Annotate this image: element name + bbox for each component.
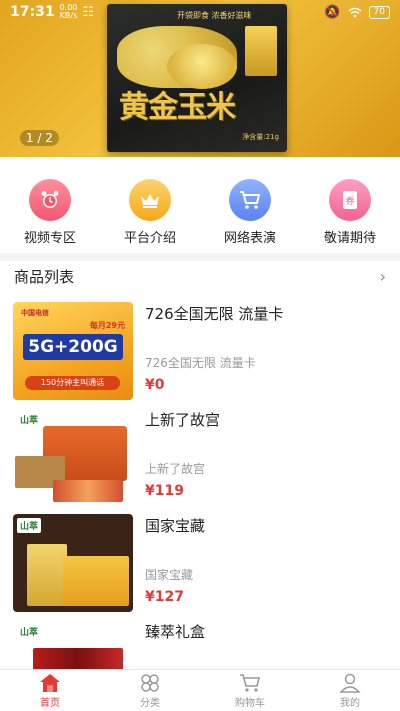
- monthly-fee: 每月29元: [89, 321, 125, 330]
- banner-carousel[interactable]: 17:31 0.00 KB/s ☷ 🔕 70 开袋即食 浓香好滋味 黄金玉米 净…: [0, 0, 400, 157]
- product-subtitle: 国家宝藏: [145, 568, 194, 582]
- calls-text: 150分钟主叫通话: [25, 376, 120, 390]
- quick-nav: 视频专区 平台介绍 网络表演 券 敬请期待: [0, 179, 400, 247]
- product-item[interactable]: 中国电信 每月29元 5G+200G 150分钟主叫通话 726全国无限 流量卡…: [0, 297, 400, 403]
- tab-label: 分类: [140, 697, 160, 709]
- user-icon: [339, 673, 361, 693]
- chevron-right-icon: ›: [379, 266, 386, 286]
- product-item[interactable]: 山萃 国家宝藏 国家宝藏 ¥127: [0, 509, 400, 615]
- home-icon: [40, 673, 60, 692]
- product-title: 臻萃礼盒: [145, 623, 206, 641]
- quick-nav-platform[interactable]: 平台介绍: [100, 179, 200, 247]
- tab-home[interactable]: 首页: [0, 670, 100, 711]
- tab-label: 购物车: [235, 697, 265, 709]
- tab-label: 首页: [40, 697, 60, 709]
- category-icon: [141, 673, 159, 692]
- data-plan-text: 5G+200G: [23, 334, 123, 360]
- quick-nav-network[interactable]: 网络表演: [200, 179, 300, 247]
- mute-bell-icon: 🔕: [324, 4, 341, 20]
- quick-nav-label: 视频专区: [23, 231, 76, 246]
- tab-label: 我的: [340, 697, 360, 709]
- packs-image: [53, 480, 123, 502]
- network-speed: 0.00 KB/s: [59, 3, 78, 20]
- banner-product-name: 黄金玉米: [119, 90, 236, 125]
- status-time: 17:31: [10, 4, 55, 20]
- tab-cart[interactable]: 购物车: [200, 670, 300, 711]
- product-thumbnail: 中国电信 每月29元 5G+200G 150分钟主叫通话: [13, 302, 133, 400]
- banner-weight: 净含量:21g: [242, 133, 279, 141]
- product-title: 国家宝藏: [145, 517, 206, 535]
- gift-box-image: [63, 556, 129, 606]
- product-subtitle: 上新了故宫: [145, 462, 206, 476]
- package-inner-box: [245, 26, 277, 76]
- svg-text:券: 券: [345, 195, 354, 207]
- telecom-logo: 中国电信: [21, 309, 49, 317]
- status-bar: 17:31 0.00 KB/s ☷ 🔕 70: [0, 0, 400, 24]
- quick-nav-coming[interactable]: 券 敬请期待: [300, 179, 400, 247]
- cart-icon: [240, 673, 261, 692]
- product-price: ¥119: [145, 483, 184, 499]
- banner-product-image: 开袋即食 浓香好滋味 黄金玉米 净含量:21g: [107, 4, 287, 152]
- product-item[interactable]: 山萃 上新了故宫 上新了故宫 ¥119: [0, 403, 400, 509]
- section-title: 商品列表: [14, 267, 75, 286]
- product-list-header[interactable]: 商品列表 ›: [0, 261, 400, 291]
- product-thumbnail: 山萃: [13, 408, 133, 506]
- carousel-page-indicator: 1 / 2: [20, 130, 59, 146]
- notification-icon: ☷: [82, 4, 95, 20]
- product-title: 上新了故宫: [145, 411, 221, 429]
- quick-nav-label: 网络表演: [223, 231, 276, 246]
- section-divider: [0, 253, 400, 261]
- main-content: 视频专区 平台介绍 网络表演 券 敬请期待 商品列表 › 中国电信 每月29元 …: [0, 157, 400, 711]
- brand-logo: 山萃: [17, 412, 42, 427]
- product-thumbnail: 山萃: [13, 514, 133, 612]
- bag-image: [27, 544, 67, 606]
- quick-nav-video[interactable]: 视频专区: [0, 179, 100, 247]
- quick-nav-label: 平台介绍: [123, 231, 176, 246]
- bottom-nav: 首页 分类 购物车 我的: [0, 669, 400, 711]
- crown-icon: [129, 179, 171, 221]
- product-subtitle: 726全国无限 流量卡: [145, 356, 256, 370]
- wifi-icon: [348, 7, 362, 17]
- alarm-clock-icon: [29, 179, 71, 221]
- shopping-cart-icon: [229, 179, 271, 221]
- battery-icon: 70: [368, 5, 390, 19]
- quick-nav-label: 敬请期待: [323, 231, 376, 246]
- product-price: ¥0: [145, 377, 165, 393]
- brand-logo: 山萃: [17, 518, 42, 533]
- product-title: 726全国无限 流量卡: [145, 305, 284, 323]
- tab-profile[interactable]: 我的: [300, 670, 400, 711]
- tab-category[interactable]: 分类: [100, 670, 200, 711]
- product-price: ¥127: [145, 589, 184, 605]
- ticket-icon: 券: [329, 179, 371, 221]
- product-list: 中国电信 每月29元 5G+200G 150分钟主叫通话 726全国无限 流量卡…: [0, 297, 400, 711]
- brand-logo: 山萃: [17, 624, 42, 639]
